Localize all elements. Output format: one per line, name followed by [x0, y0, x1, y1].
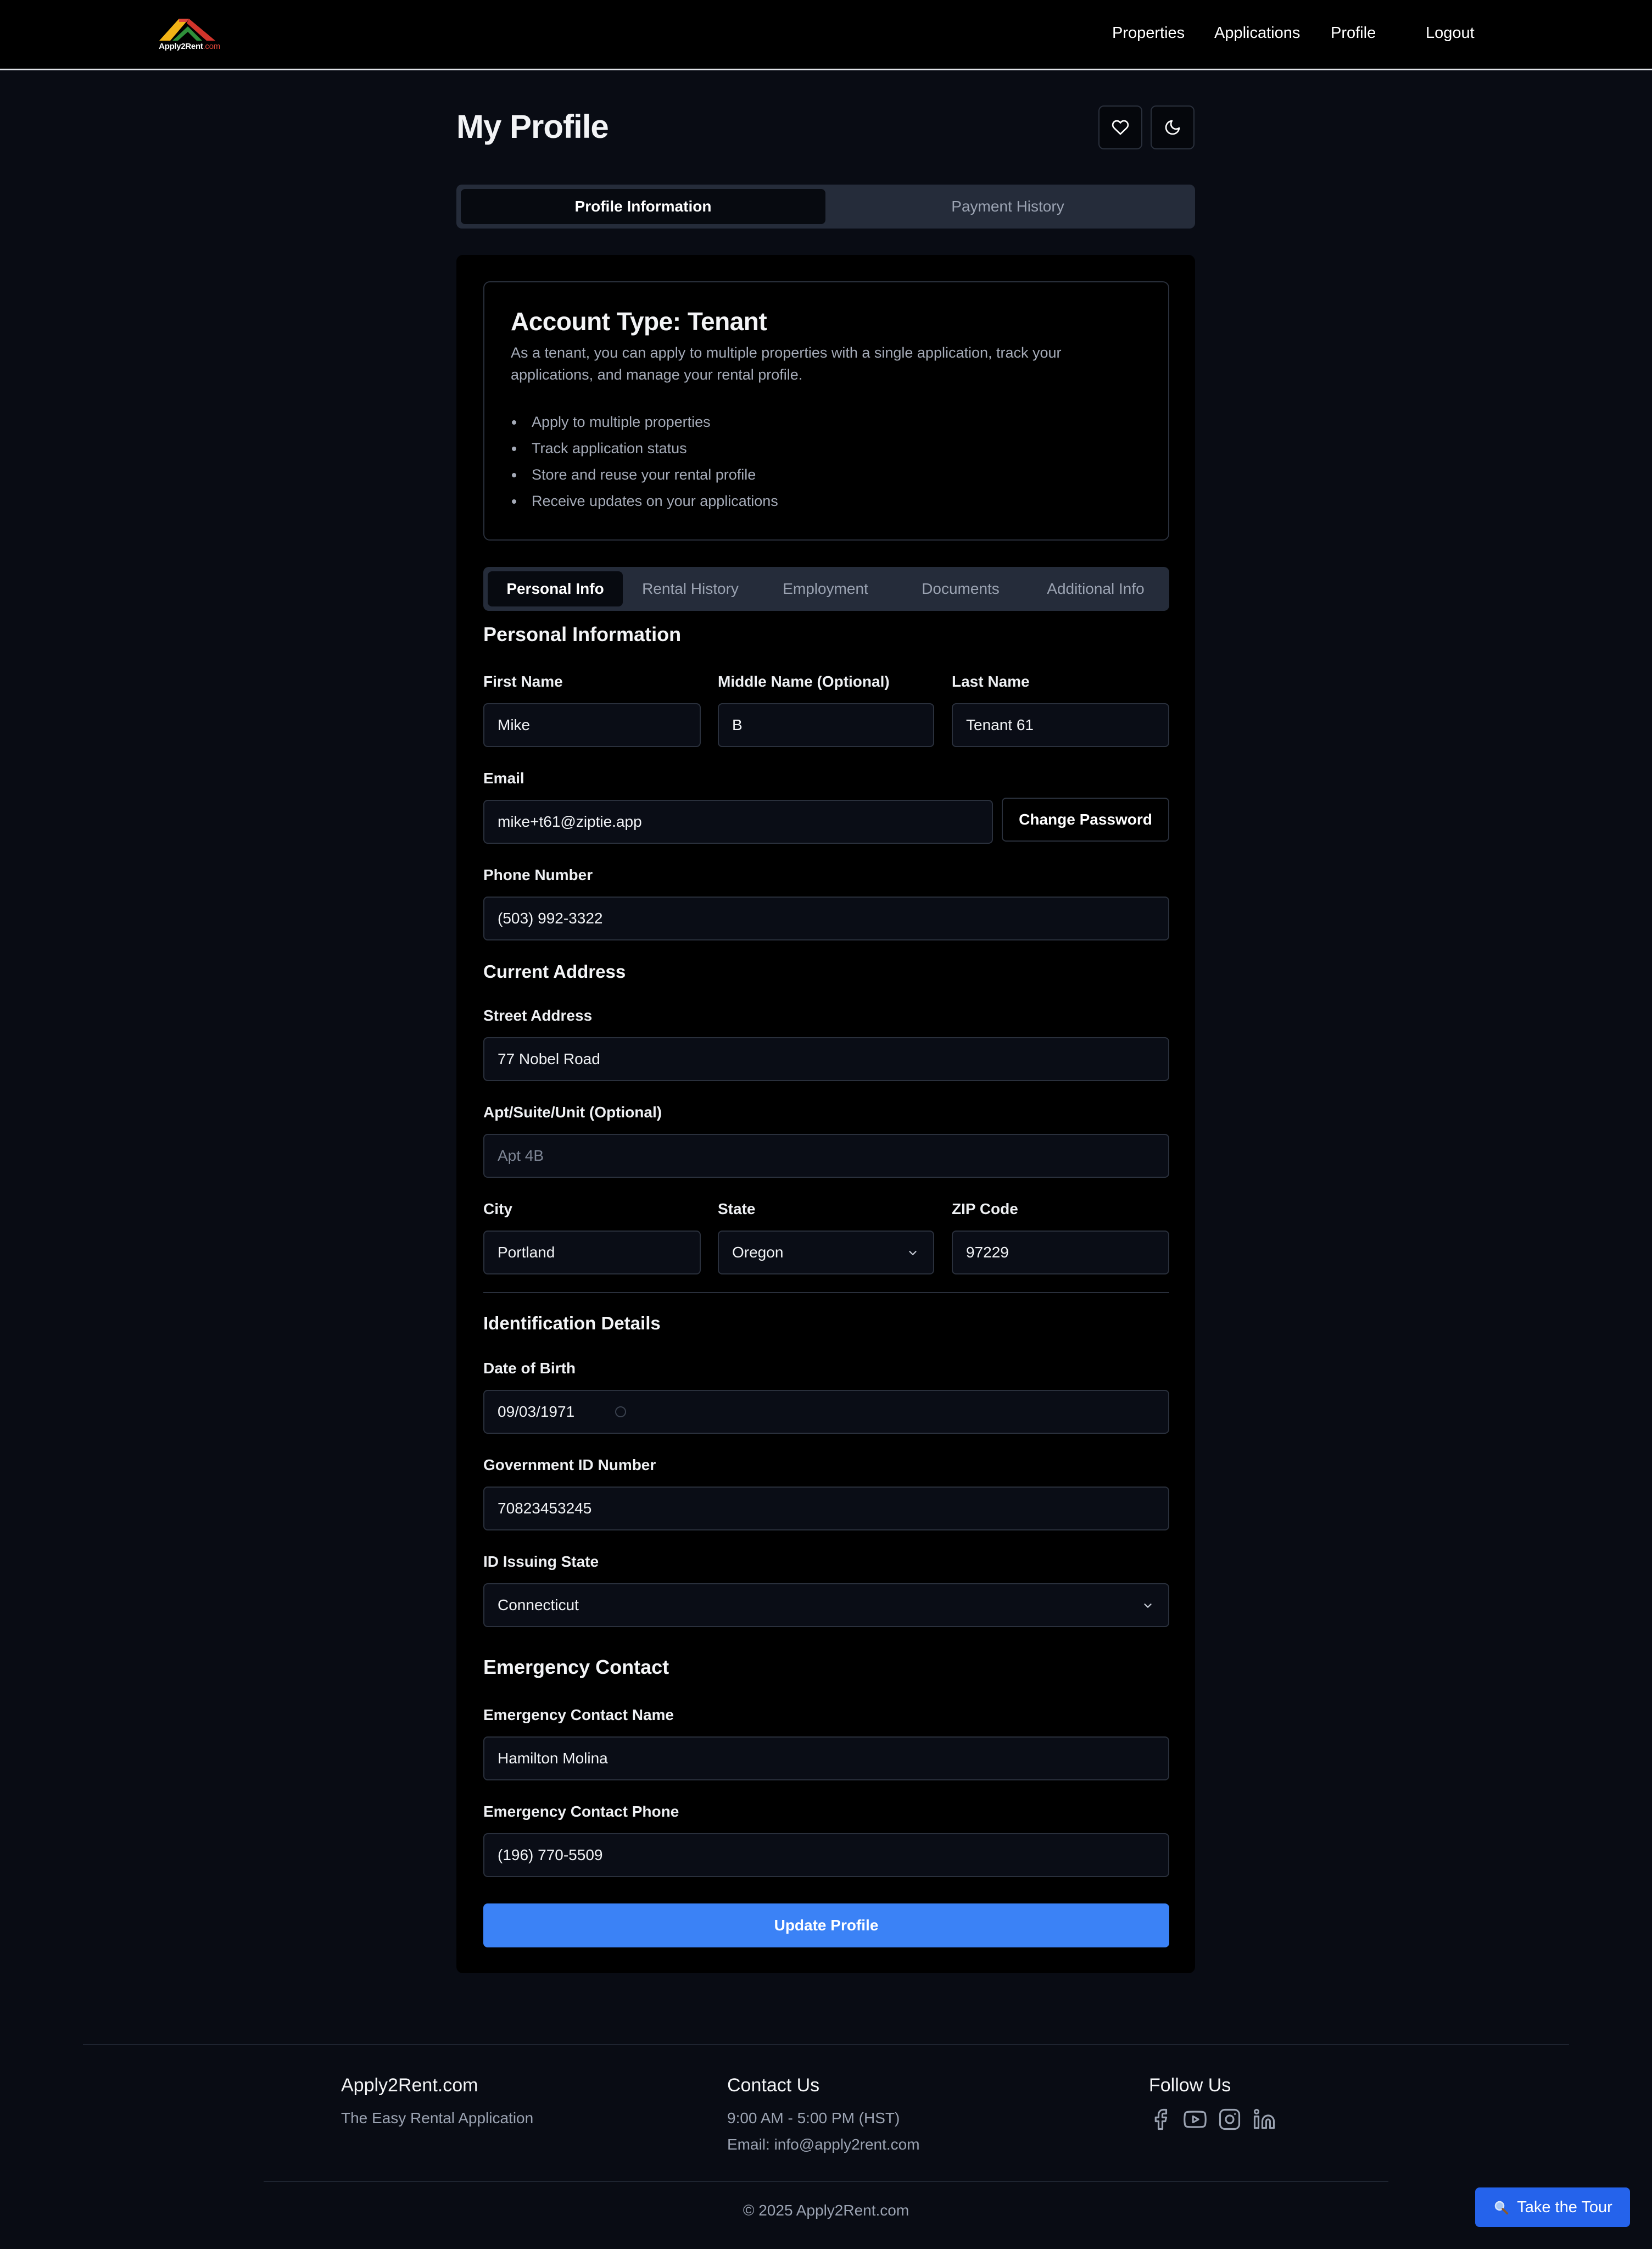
phone-input[interactable]: (503) 992-3322 — [483, 897, 1169, 940]
date-of-birth-value: 09/03/1971 — [498, 1403, 575, 1420]
id-issuing-state-value: Connecticut — [498, 1596, 579, 1613]
middle-name-input[interactable]: B — [718, 703, 934, 747]
footer-contact-heading: Contact Us — [727, 2075, 820, 2096]
last-name-label: Last Name — [952, 673, 1030, 690]
apply2rent-logo[interactable]: Apply2Rent.com — [157, 16, 222, 55]
list-item: Apply to multiple properties — [511, 411, 778, 437]
footer-email[interactable]: Email: info@apply2rent.com — [727, 2136, 920, 2153]
logo-wordmark-main: Apply2Rent — [159, 42, 203, 51]
last-name-input[interactable]: Tenant 61 — [952, 703, 1169, 747]
dob-label: Date of Birth — [483, 1360, 576, 1377]
emergency-phone-label: Emergency Contact Phone — [483, 1803, 679, 1820]
zip-code-input[interactable]: 97229 — [952, 1231, 1169, 1274]
first-name-input[interactable]: Mike — [483, 703, 701, 747]
date-of-birth-input[interactable]: 09/03/1971 — [483, 1390, 1169, 1434]
state-select-value: Oregon — [732, 1244, 784, 1261]
street-address-input[interactable]: 77 Nobel Road — [483, 1037, 1169, 1081]
list-item: Track application status — [511, 437, 778, 464]
zip-label: ZIP Code — [952, 1200, 1018, 1217]
nav-logout-link[interactable]: Logout — [1426, 24, 1475, 42]
nav-profile-link[interactable]: Profile — [1331, 24, 1376, 42]
tab-additional-info[interactable]: Additional Info — [1028, 571, 1163, 606]
street-address-label: Street Address — [483, 1007, 593, 1024]
state-label: State — [718, 1200, 756, 1217]
chevron-down-icon — [1144, 1604, 1152, 1608]
id-issuing-state-label: ID Issuing State — [483, 1553, 599, 1570]
emergency-contact-heading: Emergency Contact — [483, 1656, 669, 1678]
tab-personal-info[interactable]: Personal Info — [488, 571, 623, 606]
logo-wordmark-suffix: .com — [203, 42, 221, 51]
footer-follow-heading: Follow Us — [1149, 2075, 1231, 2096]
top-navbar: Apply2Rent.com Properties Applications P… — [0, 0, 1652, 70]
government-id-input[interactable]: 70823453245 — [483, 1487, 1169, 1530]
identification-heading: Identification Details — [483, 1313, 661, 1333]
linkedin-icon[interactable] — [1253, 2108, 1276, 2131]
list-item: Store and reuse your rental profile — [511, 464, 778, 490]
tab-documents[interactable]: Documents — [893, 571, 1028, 606]
footer-bottom-divider — [264, 2181, 1388, 2182]
copyright-text: © 2025 Apply2Rent.com — [743, 2202, 909, 2219]
profile-main-tabs: Profile Information Payment History — [456, 185, 1195, 229]
chevron-down-icon — [909, 1251, 917, 1255]
email-field[interactable]: mike+t61@ziptie.app — [483, 800, 993, 844]
emergency-name-label: Emergency Contact Name — [483, 1706, 674, 1723]
emergency-phone-input[interactable]: (196) 770-5509 — [483, 1833, 1169, 1877]
personal-info-heading: Personal Information — [483, 623, 682, 645]
apt-input[interactable]: Apt 4B — [483, 1134, 1169, 1178]
nav-applications-link[interactable]: Applications — [1214, 24, 1300, 42]
section-divider — [483, 1292, 1169, 1293]
id-issuing-state-select[interactable]: Connecticut — [483, 1583, 1169, 1627]
house-roof-logo-icon — [159, 19, 215, 41]
account-type-description: As a tenant, you can apply to multiple p… — [511, 344, 1062, 383]
dark-mode-toggle-button[interactable] — [1151, 105, 1195, 149]
change-password-button[interactable]: Change Password — [1002, 798, 1169, 842]
magnifier-icon — [1494, 2201, 1509, 2215]
phone-label: Phone Number — [483, 866, 593, 883]
page-title: My Profile — [456, 108, 609, 145]
favorites-button[interactable] — [1098, 105, 1142, 149]
apt-label: Apt/Suite/Unit (Optional) — [483, 1104, 662, 1121]
account-type-title: Account Type: Tenant — [511, 307, 767, 336]
take-the-tour-button[interactable]: Take the Tour — [1475, 2187, 1630, 2227]
city-input[interactable]: Portland — [483, 1231, 701, 1274]
list-item: Receive updates on your applications — [511, 490, 778, 516]
current-address-heading: Current Address — [483, 961, 626, 982]
take-the-tour-label: Take the Tour — [1517, 2198, 1612, 2216]
state-select[interactable]: Oregon — [718, 1231, 934, 1274]
first-name-label: First Name — [483, 673, 563, 690]
city-label: City — [483, 1200, 512, 1217]
tab-profile-information[interactable]: Profile Information — [461, 189, 825, 224]
heart-icon — [1112, 120, 1129, 135]
calendar-picker-icon[interactable] — [615, 1406, 626, 1417]
footer-hours: 9:00 AM - 5:00 PM (HST) — [727, 2109, 900, 2126]
middle-name-label: Middle Name (Optional) — [718, 673, 890, 690]
moon-icon — [1165, 120, 1180, 135]
update-profile-button[interactable]: Update Profile — [483, 1903, 1169, 1947]
tab-rental-history[interactable]: Rental History — [623, 571, 758, 606]
emergency-name-input[interactable]: Hamilton Molina — [483, 1736, 1169, 1780]
footer-tagline: The Easy Rental Application — [341, 2109, 534, 2126]
account-features-list: Apply to multiple properties Track appli… — [511, 411, 778, 516]
footer-brand: Apply2Rent.com — [341, 2075, 478, 2096]
tab-payment-history[interactable]: Payment History — [825, 189, 1190, 224]
logo-wordmark: Apply2Rent.com — [157, 42, 222, 51]
government-id-label: Government ID Number — [483, 1456, 656, 1473]
tab-employment[interactable]: Employment — [758, 571, 893, 606]
footer-divider — [83, 2044, 1569, 2045]
nav-properties-link[interactable]: Properties — [1112, 24, 1185, 42]
instagram-icon[interactable] — [1218, 2108, 1241, 2131]
profile-sub-tabs: Personal Info Rental History Employment … — [483, 567, 1169, 611]
youtube-icon[interactable] — [1184, 2108, 1207, 2131]
facebook-icon[interactable] — [1149, 2108, 1172, 2131]
email-label: Email — [483, 770, 524, 787]
